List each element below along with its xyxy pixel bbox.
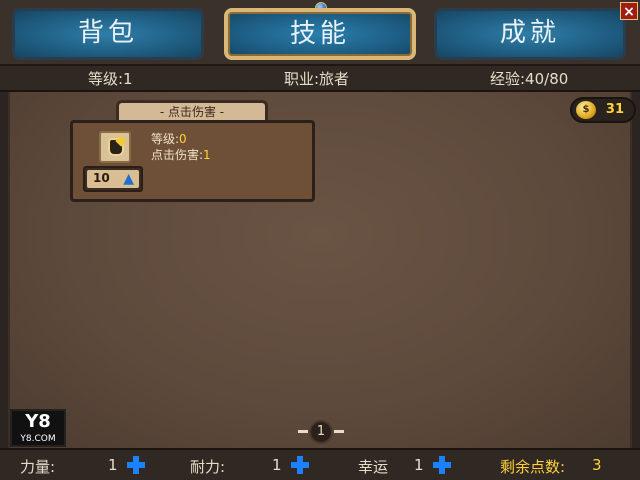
skill-level-value: 0 bbox=[179, 132, 187, 146]
stamina-plus-button[interactable] bbox=[290, 455, 310, 475]
remaining-points-value: 3 bbox=[592, 456, 602, 474]
coin-icon: $ bbox=[576, 101, 596, 119]
close-button[interactable]: × bbox=[620, 2, 638, 20]
y8-logo-text: Y8 bbox=[12, 411, 64, 433]
page-prev-dash bbox=[298, 430, 308, 433]
player-level: 等级:1 bbox=[88, 70, 133, 88]
y8-logo-url: Y8.COM bbox=[12, 433, 64, 445]
skill-card-click-damage: 等级:0 点击伤害:1 10 ▲ bbox=[70, 120, 315, 202]
tab-achievements[interactable]: 成就 bbox=[434, 8, 626, 60]
skill-damage-value: 1 bbox=[203, 148, 211, 162]
y8-logo[interactable]: Y8 Y8.COM bbox=[10, 409, 66, 447]
coin-counter: $ 31 bbox=[570, 97, 636, 123]
up-arrow-icon: ▲ bbox=[123, 171, 134, 187]
skill-damage-label: 点击伤害: bbox=[151, 148, 204, 162]
upgrade-skill-button[interactable]: 10 ▲ bbox=[83, 166, 143, 192]
strength-plus-button[interactable] bbox=[126, 455, 146, 475]
page-next-dash bbox=[334, 430, 344, 433]
hand-click-icon bbox=[99, 131, 131, 163]
top-tab-bar: 背包 技能 成就 × bbox=[0, 0, 640, 66]
luck-label: 幸运 bbox=[358, 458, 389, 476]
attribute-bar: 力量: 1 耐力: 1 幸运 1 剩余点数: 3 bbox=[0, 448, 640, 480]
player-job: 职业:旅者 bbox=[284, 70, 350, 88]
remaining-points-label: 剩余点数: bbox=[500, 458, 566, 476]
skill-damage-line: 点击伤害:1 bbox=[151, 146, 211, 163]
strength-label: 力量: bbox=[20, 458, 56, 476]
page-number: 1 bbox=[309, 420, 333, 444]
strength-value: 1 bbox=[108, 456, 118, 474]
coin-value: 31 bbox=[605, 102, 624, 117]
page-indicator: 1 bbox=[298, 420, 344, 444]
player-exp: 经验:40/80 bbox=[490, 70, 569, 88]
upgrade-button-face: 10 ▲ bbox=[87, 170, 139, 188]
skill-title: - 点击伤害 - bbox=[116, 100, 268, 122]
stamina-value: 1 bbox=[272, 456, 282, 474]
luck-value: 1 bbox=[414, 456, 424, 474]
skill-level-label: 等级: bbox=[151, 132, 180, 146]
stamina-label: 耐力: bbox=[190, 458, 226, 476]
tab-skills[interactable]: 技能 bbox=[224, 8, 416, 60]
player-stats-bar: 等级:1 职业:旅者 经验:40/80 bbox=[0, 66, 640, 92]
luck-plus-button[interactable] bbox=[432, 455, 452, 475]
upgrade-cost: 10 bbox=[93, 171, 110, 185]
tab-bag[interactable]: 背包 bbox=[12, 8, 204, 60]
skill-level-line: 等级:0 bbox=[151, 130, 187, 147]
